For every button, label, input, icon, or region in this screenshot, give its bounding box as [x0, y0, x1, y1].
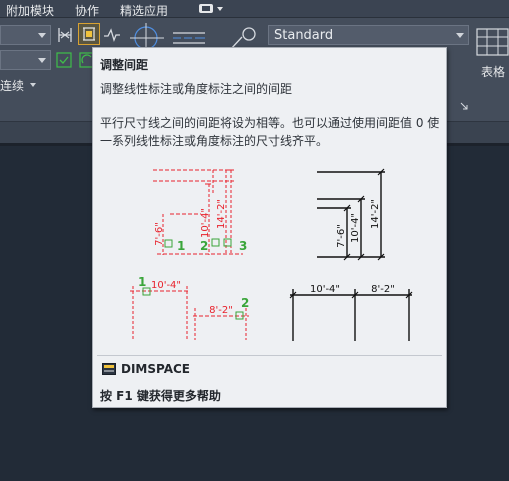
tooltip-divider [97, 355, 442, 356]
dimension-label: 7'-6" [154, 222, 165, 246]
chevron-down-icon [456, 33, 464, 38]
tooltip-help-hint: 按 F1 键获得更多帮助 [100, 389, 221, 403]
dim-space-button[interactable] [78, 23, 100, 45]
dim-space-icon [83, 27, 95, 41]
after-horizontal-diagram [289, 289, 413, 341]
pick-label: 2 [241, 296, 249, 310]
before-vertical-picks: 1 2 3 [164, 238, 247, 253]
chevron-down-icon[interactable] [30, 83, 36, 87]
menu-bar: 附加模块 协作 精选应用 [0, 0, 509, 18]
after-horizontal-labels: 10'-4" 8'-2" [310, 284, 395, 295]
dimension-label: 8'-2" [209, 305, 233, 316]
dimension-label: 7'-6" [336, 224, 347, 248]
tooltip-description: 平行尺寸线之间的间距将设为相等。也可以通过使用间距值 0 使一系列线性标注或角度… [100, 116, 440, 148]
tooltip-illustration: 1 2 3 7'-6" 10'-4" 14'-2" 7'-6" 10'-4" 1… [130, 168, 413, 341]
centerline-icon[interactable] [172, 30, 206, 46]
inspect-icon[interactable] [55, 51, 73, 69]
menu-collaborate[interactable]: 协作 [75, 2, 99, 19]
style-combo[interactable] [0, 50, 51, 70]
layer-combo[interactable] [0, 25, 51, 45]
continue-dimension-button[interactable]: 连续 [0, 77, 24, 94]
pick-label: 1 [177, 239, 185, 253]
tooltip-title: 调整间距 [100, 58, 149, 72]
table-icon[interactable] [476, 28, 509, 56]
pick-label: 1 [138, 275, 146, 289]
dimension-label: 14'-2" [370, 199, 381, 229]
dimension-label: 10'-4" [151, 280, 181, 291]
menu-addins[interactable]: 附加模块 [6, 2, 54, 19]
panel-launcher-icon[interactable] [460, 102, 468, 110]
menu-featured-apps[interactable]: 精选应用 [120, 2, 168, 19]
chevron-down-icon [38, 33, 46, 38]
dimension-label: 14'-2" [216, 199, 227, 229]
command-tooltip: 调整间距 调整线性标注或角度标注之间的间距 平行尺寸线之间的间距将设为相等。也可… [92, 47, 447, 408]
pick-label: 2 [200, 239, 208, 253]
chevron-down-icon [38, 58, 46, 63]
table-label[interactable]: 表格 [481, 63, 505, 80]
dimspace-command-icon [102, 363, 116, 375]
workspace-toggle-icon[interactable] [198, 3, 224, 15]
dimension-style-value: Standard [274, 28, 334, 43]
pick-label: 3 [239, 239, 247, 253]
dimension-style-select[interactable]: Standard [268, 25, 469, 45]
before-horizontal-labels: 10'-4" 8'-2" [151, 280, 233, 316]
tooltip-summary: 调整线性标注或角度标注之间的间距 [100, 82, 293, 96]
dimension-label: 8'-2" [371, 284, 395, 295]
dim-break-icon[interactable] [56, 26, 74, 44]
after-vertical-labels: 7'-6" 10'-4" 14'-2" [336, 199, 381, 248]
before-vertical-diagram [153, 169, 243, 255]
tooltip-command-name: DIMSPACE [121, 362, 190, 376]
dimension-label: 10'-4" [310, 284, 340, 295]
dimension-label: 10'-4" [350, 213, 361, 243]
dimension-label: 10'-4" [200, 208, 211, 238]
dim-jog-icon[interactable] [103, 26, 121, 44]
